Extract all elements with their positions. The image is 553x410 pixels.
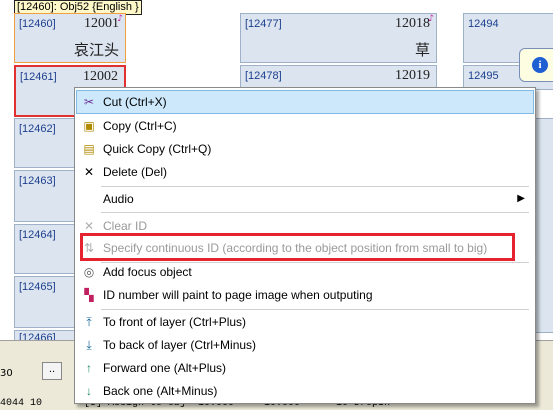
bottom-number: 30 [0,368,13,379]
paint-id-icon: ▚ [84,288,94,302]
menu-separator [101,186,529,187]
highlight-box [80,233,515,261]
grid-cell[interactable]: [12477] 12018 ♪ 草 [240,13,437,63]
menu-item-label: Cut (Ctrl+X) [103,95,167,109]
menu-item-delete[interactable]: ✕ Delete (Del) [77,161,533,183]
menu-item-label: Back one (Alt+Minus) [103,384,218,398]
menu-item-audio[interactable]: Audio ▶ [77,188,533,210]
cell-id: [12461] [20,71,57,83]
menu-item-label: Quick Copy (Ctrl+Q) [103,142,212,156]
menu-item-quick-copy[interactable]: ▤ Quick Copy (Ctrl+Q) [77,138,533,160]
cell-chinese: 哀江头 [73,41,119,59]
browse-button[interactable]: .. [42,362,62,380]
forward-one-icon: ↑ [86,361,92,375]
menu-item-cut[interactable]: ✂ Cut (Ctrl+X) [76,90,534,114]
cell-id: 12495 [468,70,499,82]
menu-item-label: Copy (Ctrl+C) [103,119,177,133]
quick-copy-icon: ▤ [83,142,95,156]
menu-item-label: ID number will paint to page image when … [103,288,373,302]
cell-id: [12464] [19,229,56,241]
grid-cell[interactable]: [12460] 12001 ♪ 哀江头 [14,13,126,63]
menu-item-label: Forward one (Alt+Plus) [103,361,227,375]
clear-id-icon: ✕ [83,219,95,233]
menu-item-label: Add focus object [103,265,192,279]
copy-icon: ▣ [83,119,95,133]
menu-item-copy[interactable]: ▣ Copy (Ctrl+C) [77,115,533,137]
menu-item-to-front[interactable]: ⤒ To front of layer (Ctrl+Plus) [77,311,533,333]
menu-item-to-back[interactable]: ⤓ To back of layer (Ctrl+Minus) [77,334,533,356]
cell-id: [12465] [19,281,56,293]
cell-number: 12018 [395,16,430,31]
cell-id: [12460] [19,18,56,30]
audio-mark-icon: ♪ [428,14,434,24]
delete-icon: ✕ [83,165,95,179]
menu-item-back-one[interactable]: ↓ Back one (Alt+Minus) [77,380,533,402]
menu-item-label: To back of layer (Ctrl+Minus) [103,338,257,352]
submenu-arrow-icon: ▶ [517,193,525,204]
cell-number: 12002 [83,69,118,84]
menu-item-add-focus-object[interactable]: ◎ Add focus object [77,261,533,283]
front-layer-icon: ⤒ [86,315,92,329]
cell-id: 12494 [468,18,499,30]
cell-chinese: 草 [414,41,430,59]
cell-number: 12001 [84,16,119,31]
menu-separator [101,309,529,310]
menu-item-label: Delete (Del) [103,165,168,179]
info-tooltip: i [519,48,553,82]
info-icon: i [532,57,548,73]
scissors-icon: ✂ [83,95,95,109]
cell-id: [12463] [19,175,56,187]
cell-id: [12478] [245,70,282,82]
cell-id: [12462] [19,123,56,135]
back-one-icon: ↓ [86,384,92,398]
menu-item-label: To front of layer (Ctrl+Plus) [103,315,247,329]
cell-number: 12019 [395,68,430,83]
menu-separator [101,212,529,213]
menu-item-forward-one[interactable]: ↑ Forward one (Alt+Plus) [77,357,533,379]
menu-item-label: Audio [103,192,134,206]
audio-mark-icon: ♪ [117,14,123,24]
back-layer-icon: ⤓ [86,338,92,352]
menu-item-paint-id[interactable]: ▚ ID number will paint to page image whe… [77,284,533,306]
focus-icon: ◎ [83,265,95,279]
cell-id: [12477] [245,18,282,30]
